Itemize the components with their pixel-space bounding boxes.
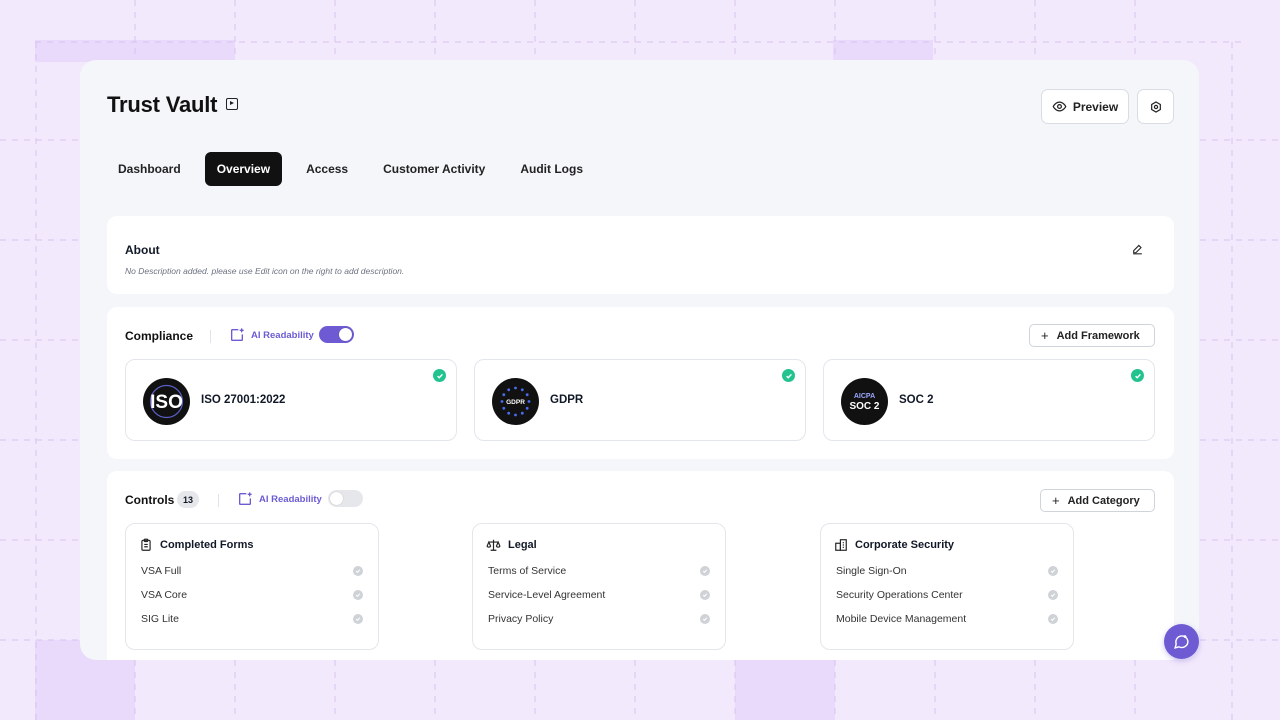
add-category-label: Add Category [1067, 494, 1140, 507]
preview-label: Preview [1072, 99, 1119, 114]
check-icon [353, 614, 363, 624]
scale-icon [486, 539, 501, 551]
divider [218, 494, 219, 507]
check-icon [1131, 369, 1144, 382]
play-icon[interactable] [226, 98, 238, 110]
category-title: Completed Forms [160, 539, 254, 551]
soc2-logo-text: SOC 2 [849, 401, 879, 412]
compliance-card: Compliance AI Readability + Add Framewor… [107, 307, 1174, 459]
eye-icon [1052, 101, 1067, 112]
framework-card-soc2[interactable]: AICPA SOC 2 SOC 2 [823, 359, 1155, 441]
check-icon [353, 590, 363, 600]
controls-count-badge: 13 [177, 491, 200, 508]
edit-icon[interactable] [1131, 243, 1144, 256]
ai-readability-label: AI Readability [259, 494, 322, 505]
controls-card: Controls 13 AI Readability + Add Categor… [107, 471, 1174, 660]
control-item: Single Sign-On [836, 565, 907, 577]
building-icon [835, 539, 847, 551]
category-title: Corporate Security [855, 539, 955, 551]
add-framework-button[interactable]: + Add Framework [1029, 324, 1155, 347]
framework-card-iso[interactable]: ISO ISO 27001:2022 [125, 359, 457, 441]
clipboard-icon [141, 538, 151, 551]
check-icon [782, 369, 795, 382]
tab-overview[interactable]: Overview [204, 152, 283, 186]
control-item: VSA Core [141, 589, 188, 601]
control-item: Security Operations Center [836, 589, 963, 601]
compliance-title: Compliance [125, 329, 194, 343]
check-icon [433, 369, 446, 382]
framework-card-gdpr[interactable]: GDPR GDPR [474, 359, 806, 441]
about-description: No Description added. please use Edit ic… [125, 266, 405, 276]
check-icon [1048, 614, 1058, 624]
check-icon [700, 566, 710, 576]
page-title: Trust Vault [107, 92, 218, 117]
ai-readability-toggle[interactable] [328, 490, 363, 507]
category-header: Legal [486, 538, 537, 552]
control-item: Terms of Service [488, 565, 567, 577]
category-header: Completed Forms [139, 538, 254, 552]
check-icon [1048, 590, 1058, 600]
app-window: Trust Vault Preview Dashboard Overview A… [80, 60, 1199, 660]
ai-readability-toggle[interactable] [319, 326, 354, 343]
gdpr-logo-text: GDPR [506, 399, 525, 406]
soc2-logo-top: AICPA [854, 393, 875, 400]
about-title: About [125, 243, 160, 257]
control-item: Service-Level Agreement [488, 589, 606, 601]
ai-readability-label: AI Readability [251, 330, 314, 341]
iso-logo: ISO [143, 378, 190, 425]
about-card: About No Description added. please use E… [107, 216, 1174, 294]
plus-icon: + [1052, 493, 1060, 508]
framework-name: GDPR [550, 394, 584, 406]
chat-sparkle-icon [1174, 635, 1189, 649]
gear-icon [1150, 100, 1161, 113]
tab-audit-logs[interactable]: Audit Logs [509, 152, 594, 186]
iso-logo-text: ISO [150, 392, 183, 413]
check-icon [353, 566, 363, 576]
gdpr-logo: GDPR [492, 378, 539, 425]
control-item: VSA Full [141, 565, 182, 577]
control-item: SIG Lite [141, 613, 179, 625]
plus-icon: + [1041, 328, 1049, 343]
add-framework-label: Add Framework [1056, 329, 1140, 342]
soc2-logo: AICPA SOC 2 [841, 378, 888, 425]
controls-title: Controls [125, 493, 175, 507]
tab-bar: Dashboard Overview Access Customer Activ… [107, 152, 607, 186]
category-title: Legal [508, 539, 537, 551]
category-header: Corporate Security [834, 538, 954, 552]
control-item: Privacy Policy [488, 613, 554, 625]
category-card-corporate-security[interactable]: Corporate Security Single Sign-On Securi… [820, 523, 1074, 650]
category-card-completed-forms[interactable]: Completed Forms VSA Full VSA Core SIG Li… [125, 523, 379, 650]
framework-name: ISO 27001:2022 [201, 394, 286, 406]
divider [210, 330, 211, 343]
ai-sparkle-icon [239, 492, 252, 505]
tab-customer-activity[interactable]: Customer Activity [372, 152, 496, 186]
check-icon [700, 590, 710, 600]
settings-button[interactable] [1137, 89, 1174, 124]
chat-assistant-button[interactable] [1164, 624, 1199, 659]
preview-button[interactable]: Preview [1041, 89, 1129, 124]
framework-name: SOC 2 [899, 394, 934, 406]
tab-dashboard[interactable]: Dashboard [107, 152, 192, 186]
check-icon [700, 614, 710, 624]
check-icon [1048, 566, 1058, 576]
control-item: Mobile Device Management [836, 613, 967, 625]
category-card-legal[interactable]: Legal Terms of Service Service-Level Agr… [472, 523, 726, 650]
ai-sparkle-icon [231, 328, 244, 341]
add-category-button[interactable]: + Add Category [1040, 489, 1155, 512]
tab-access[interactable]: Access [295, 152, 359, 186]
